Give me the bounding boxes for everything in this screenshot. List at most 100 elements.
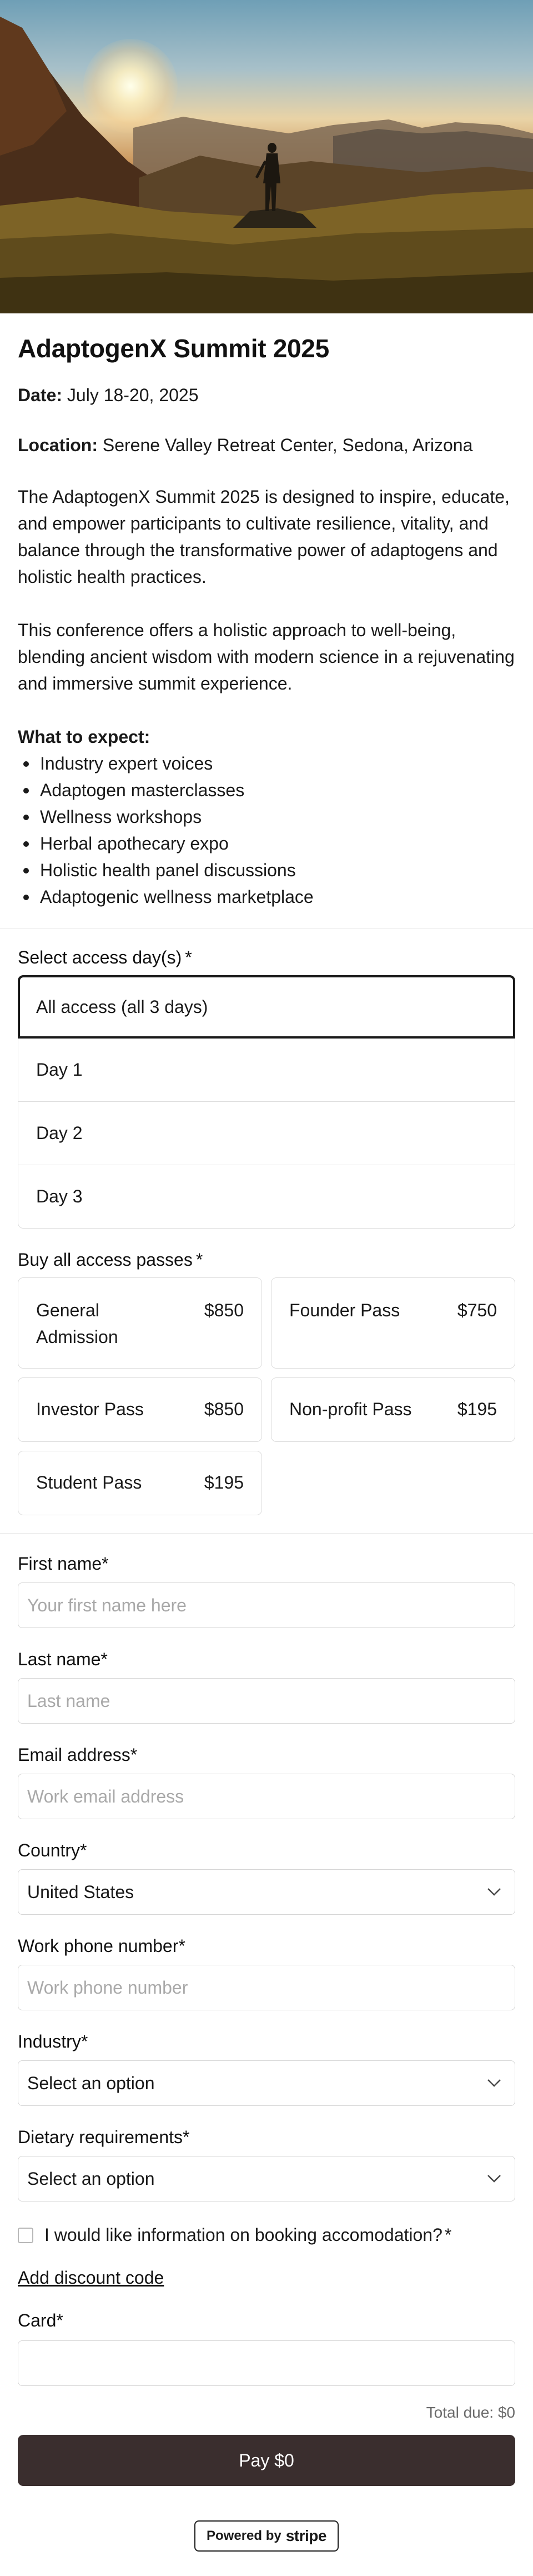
pass-card-non-profit[interactable]: Non-profit Pass $195 [271,1377,515,1442]
first-name-input[interactable] [18,1582,515,1629]
list-item: Holistic health panel discussions [18,857,515,883]
email-input[interactable] [18,1774,515,1820]
page: AdaptogenX Summit 2025 Date: July 18-20,… [0,0,533,2574]
discount-row: Add discount code [18,2268,515,2288]
pass-price: $750 [457,1300,497,1321]
pass-card-general-admission[interactable]: General Admission $850 [18,1277,262,1369]
pass-name: Investor Pass [36,1399,144,1420]
checkbox-icon[interactable] [18,2227,33,2243]
pass-name: Founder Pass [289,1300,400,1321]
label-text: Industry [18,2031,81,2052]
accommodation-row[interactable]: I would like information on booking acco… [18,2225,515,2245]
card-input[interactable] [18,2340,515,2387]
card-label: Card* [18,2309,515,2332]
event-location: Location: Serene Valley Retreat Center, … [18,434,515,457]
date-label: Date: [18,385,63,406]
required-mark: * [178,1936,185,1956]
add-discount-code-link[interactable]: Add discount code [18,2268,164,2288]
list-item: Industry expert voices [18,750,515,777]
powered-by-text: Powered by [207,2528,281,2544]
event-details: AdaptogenX Summit 2025 Date: July 18-20,… [0,333,533,910]
expect-list: Industry expert voices Adaptogen masterc… [18,750,515,910]
access-day-options: All access (all 3 days) Day 1 Day 2 Day … [18,975,515,1229]
location-label: Location: [18,435,98,455]
industry-select[interactable]: Select an option [18,2060,515,2106]
access-label-text: Select access day(s) [18,947,182,968]
pass-price: $195 [204,1472,244,1493]
list-item: Adaptogen masterclasses [18,777,515,803]
pass-name: Student Pass [36,1472,142,1493]
registration-form: First name* Last name* Email address* Co… [0,1534,533,2574]
powered-by-stripe-badge[interactable]: Powered by stripe [194,2520,339,2552]
total-due: Total due: $0 [426,2404,515,2422]
event-description: The AdaptogenX Summit 2025 is designed t… [18,487,510,587]
event-date: Date: July 18-20, 2025 [18,384,515,407]
accommodation-label: I would like information on booking acco… [44,2225,443,2245]
required-mark: * [100,1649,108,1670]
required-mark: * [102,1554,109,1574]
pass-price: $850 [204,1399,244,1420]
list-item: Adaptogenic wellness marketplace [18,883,515,910]
access-option-day-1[interactable]: Day 1 [18,1039,515,1102]
location-value: Serene Valley Retreat Center, Sedona, Ar… [102,435,473,455]
passes-label-text: Buy all access passes [18,1250,193,1270]
required-mark: * [185,947,192,968]
label-text: Country [18,1840,81,1861]
date-value: July 18-20, 2025 [67,385,199,406]
pass-grid: General Admission $850 Founder Pass $750… [18,1277,515,1516]
list-item: Herbal apothecary expo [18,830,515,857]
dietary-value: Select an option [27,2168,155,2189]
required-mark: * [444,2225,452,2245]
landscape-illustration [0,17,533,313]
country-label: Country* [18,1839,515,1861]
label-text: Last name [18,1649,101,1670]
pass-price: $195 [457,1399,497,1420]
country-select[interactable]: United States [18,1869,515,1915]
required-mark: * [80,1840,87,1861]
label-text: Dietary requirements [18,2127,183,2148]
last-name-label: Last name* [18,1648,515,1670]
pay-button[interactable]: Pay $0 [18,2435,515,2487]
pass-card-founder[interactable]: Founder Pass $750 [271,1277,515,1369]
stripe-logo: stripe [285,2527,327,2545]
event-description-2: This conference offers a holistic approa… [18,620,515,694]
required-mark: * [130,1745,138,1765]
label-text: Email address [18,1745,130,1765]
access-label: Select access day(s) * [18,946,515,969]
chevron-down-icon [487,2175,501,2183]
access-option-day-2[interactable]: Day 2 [18,1102,515,1166]
access-option-all[interactable]: All access (all 3 days) [18,975,515,1039]
dietary-select[interactable]: Select an option [18,2156,515,2202]
phone-label: Work phone number* [18,1935,515,1957]
email-label: Email address* [18,1744,515,1766]
phone-input[interactable] [18,1965,515,2011]
label-text: Card [18,2310,57,2331]
pass-card-student[interactable]: Student Pass $195 [18,1451,262,1516]
expect-title: What to expect: [18,727,150,747]
industry-label: Industry* [18,2030,515,2053]
pass-name: Non-profit Pass [289,1399,412,1420]
chevron-down-icon [487,2079,501,2088]
passes-label: Buy all access passes * [18,1249,515,1271]
required-mark: * [183,2127,190,2148]
chevron-down-icon [487,1888,501,1896]
required-mark: * [195,1250,203,1270]
label-text: Work phone number [18,1936,179,1956]
pass-card-investor[interactable]: Investor Pass $850 [18,1377,262,1442]
list-item: Wellness workshops [18,803,515,830]
dietary-label: Dietary requirements* [18,2126,515,2148]
first-name-label: First name* [18,1552,515,1575]
access-option-day-3[interactable]: Day 3 [18,1165,515,1229]
event-title: AdaptogenX Summit 2025 [18,334,329,363]
hero-image [0,0,533,313]
pass-price: $850 [204,1300,244,1321]
country-value: United States [27,1881,134,1902]
industry-value: Select an option [27,2073,155,2093]
powered-by-row: Powered by stripe [18,2520,515,2574]
required-mark: * [56,2310,63,2331]
required-mark: * [81,2031,88,2052]
access-section: Select access day(s) * All access (all 3 … [0,928,533,1516]
label-text: First name [18,1554,102,1574]
pass-name: General Admission [36,1300,118,1347]
last-name-input[interactable] [18,1678,515,1724]
